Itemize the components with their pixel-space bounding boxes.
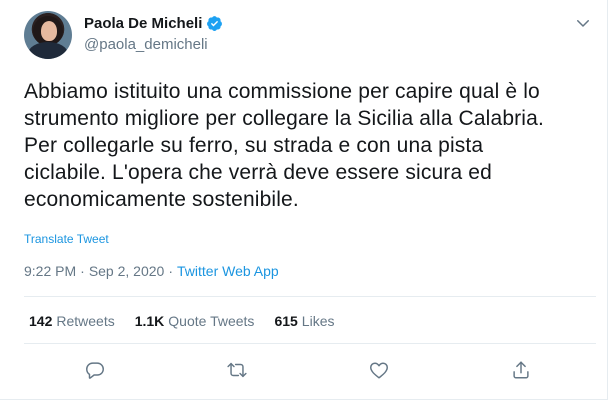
tweet-text-line: strumento migliore per collegare la Sici… bbox=[24, 107, 544, 130]
likes-stat[interactable]: 615 Likes bbox=[274, 313, 334, 329]
avatar-face bbox=[41, 21, 57, 41]
author-display-name[interactable]: Paola De Micheli bbox=[84, 15, 202, 32]
meta-separator: · bbox=[80, 263, 85, 279]
heart-icon[interactable] bbox=[368, 359, 390, 381]
retweets-label: Retweets bbox=[56, 313, 115, 329]
quote-tweets-stat[interactable]: 1.1K Quote Tweets bbox=[135, 313, 255, 329]
tweet-meta: 9:22 PM · Sep 2, 2020 · Twitter Web App bbox=[24, 263, 279, 279]
retweets-stat[interactable]: 142 Retweets bbox=[29, 313, 115, 329]
retweet-icon[interactable] bbox=[226, 359, 248, 381]
verified-badge-icon bbox=[207, 16, 223, 31]
author-handle[interactable]: @paola_demicheli bbox=[84, 36, 208, 53]
author-name-row[interactable]: Paola De Micheli bbox=[84, 15, 223, 32]
share-icon[interactable] bbox=[510, 359, 532, 381]
tweet-date[interactable]: Sep 2, 2020 bbox=[89, 263, 165, 279]
likes-label: Likes bbox=[301, 313, 335, 329]
translate-tweet-link[interactable]: Translate Tweet bbox=[24, 232, 109, 246]
tweet-card: Paola De Micheli @paola_demicheli Abbiam… bbox=[0, 0, 608, 400]
tweet-text: Abbiamo istituito una commissione per ca… bbox=[24, 78, 594, 213]
tweet-time[interactable]: 9:22 PM bbox=[24, 263, 76, 279]
avatar-body bbox=[28, 42, 68, 59]
tweet-text-line: ciclabile. L'opera che verrà deve essere… bbox=[24, 161, 492, 184]
quote-tweets-label: Quote Tweets bbox=[168, 313, 255, 329]
likes-count: 615 bbox=[274, 313, 298, 329]
tweet-stats: 142 Retweets 1.1K Quote Tweets 615 Likes bbox=[29, 313, 354, 329]
tweet-text-line: Abbiamo istituito una commissione per ca… bbox=[24, 80, 540, 103]
divider bbox=[24, 343, 596, 344]
more-options-chevron-down-icon[interactable] bbox=[574, 14, 592, 32]
tweet-text-line: Per collegarle su ferro, su strada e con… bbox=[24, 134, 484, 157]
avatar[interactable] bbox=[24, 11, 72, 59]
tweet-source-link[interactable]: Twitter Web App bbox=[177, 263, 279, 279]
retweets-count: 142 bbox=[29, 313, 53, 329]
quote-tweets-count: 1.1K bbox=[134, 313, 165, 329]
reply-icon[interactable] bbox=[84, 359, 106, 381]
meta-separator: · bbox=[168, 263, 173, 279]
tweet-text-line: economicamente sostenibile. bbox=[24, 188, 299, 211]
divider bbox=[24, 296, 596, 297]
tweet-actions bbox=[0, 359, 608, 383]
